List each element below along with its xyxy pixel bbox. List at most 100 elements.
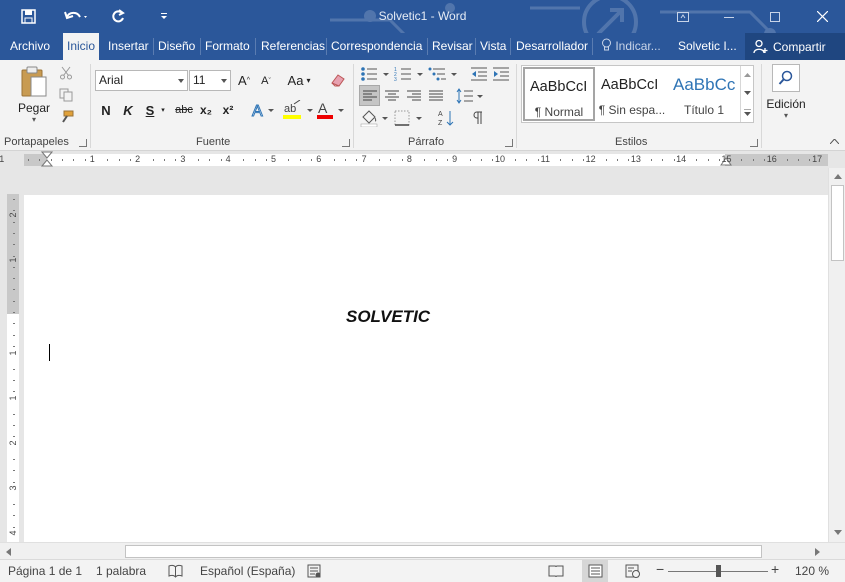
decrease-indent-button[interactable] <box>469 63 489 85</box>
customize-qat-button[interactable] <box>150 4 178 28</box>
vertical-scroll-thumb[interactable] <box>831 185 844 261</box>
align-right-button[interactable] <box>403 85 424 106</box>
strikethrough-button[interactable]: abc <box>173 101 195 119</box>
print-layout-icon <box>588 564 602 578</box>
tell-me-box[interactable]: Indicar... <box>597 33 665 60</box>
style-titulo-1[interactable]: AaBbCc Título 1 <box>668 67 740 121</box>
styles-scroll-down-button[interactable] <box>742 86 753 100</box>
page-count[interactable]: Página 1 de 1 <box>8 564 82 578</box>
superscript-button[interactable]: x² <box>219 101 237 119</box>
tab-referencias[interactable]: Referencias <box>257 33 329 60</box>
scroll-down-button[interactable] <box>830 525 845 540</box>
align-left-button[interactable] <box>359 85 380 106</box>
ruler-tick <box>107 159 109 161</box>
tab-revisar[interactable]: Revisar <box>428 33 477 60</box>
bullets-button[interactable] <box>359 63 391 85</box>
ruler-tick <box>265 159 267 161</box>
sort-button[interactable]: AZ <box>436 107 456 129</box>
horizontal-ruler[interactable]: 1 1 2 3 4 5 6 7 8 9 10 11 12 13 14 15 16 17 <box>0 151 845 168</box>
word-count[interactable]: 1 palabra <box>96 564 146 578</box>
styles-more-button[interactable] <box>742 104 753 120</box>
shading-button[interactable] <box>359 107 391 129</box>
svg-text:ab: ab <box>284 103 296 115</box>
style-sin-espaciado[interactable]: AaBbCcI ¶ Sin espa... <box>596 67 668 121</box>
ribbon-display-options-button[interactable] <box>660 0 706 33</box>
tab-diseno[interactable]: Diseño <box>154 33 199 60</box>
zoom-in-button[interactable]: + <box>771 561 779 577</box>
tab-correspondencia[interactable]: Correspondencia <box>327 33 426 60</box>
format-painter-button[interactable] <box>57 108 75 126</box>
numbering-button[interactable]: 123 <box>393 63 425 85</box>
justify-button[interactable] <box>425 85 446 106</box>
font-launcher-button[interactable] <box>342 139 350 147</box>
styles-launcher-button[interactable] <box>750 139 758 147</box>
text-effects-button[interactable]: A <box>250 100 276 120</box>
vertical-scrollbar[interactable] <box>828 168 845 542</box>
styles-scroll-up-button[interactable] <box>742 68 753 82</box>
document-title-text[interactable]: SOLVETIC <box>346 307 430 327</box>
multilevel-list-button[interactable] <box>427 63 459 85</box>
editing-button[interactable]: Edición ▾ <box>764 64 808 126</box>
minimize-button[interactable] <box>706 0 752 33</box>
clipboard-launcher-button[interactable] <box>79 139 87 147</box>
paragraph-launcher-button[interactable] <box>505 139 513 147</box>
clear-formatting-button[interactable] <box>328 70 348 90</box>
style-normal[interactable]: AaBbCcI ¶ Normal <box>523 67 595 121</box>
zoom-out-button[interactable]: − <box>656 561 664 577</box>
bold-button[interactable]: N <box>98 101 114 119</box>
tab-archivo[interactable]: Archivo <box>6 33 54 60</box>
horizontal-scrollbar[interactable] <box>0 542 845 559</box>
chevron-down-icon[interactable] <box>176 71 186 90</box>
italic-button[interactable]: K <box>120 101 136 119</box>
tab-formato[interactable]: Formato <box>201 33 254 60</box>
tab-desarrollador[interactable]: Desarrollador <box>512 33 592 60</box>
font-size-box[interactable]: 11 <box>189 70 231 91</box>
underline-dropdown-button[interactable]: ▾ <box>158 104 168 116</box>
chevron-down-icon[interactable] <box>219 71 229 90</box>
scroll-right-button[interactable] <box>810 544 825 559</box>
shrink-font-button[interactable]: Aˇ <box>258 72 274 90</box>
language-indicator[interactable]: Español (España) <box>200 564 295 578</box>
highlight-button[interactable]: ab <box>282 100 316 120</box>
document-page[interactable]: SOLVETIC <box>24 195 828 542</box>
change-case-button[interactable]: Aa ▾ <box>284 70 314 90</box>
save-button[interactable] <box>14 4 42 28</box>
proofing-button[interactable] <box>167 563 183 579</box>
align-center-button[interactable] <box>381 85 402 106</box>
copy-button[interactable] <box>57 86 75 104</box>
paste-button[interactable]: Pegar ▾ <box>14 64 54 124</box>
print-layout-button[interactable] <box>587 563 603 579</box>
show-formatting-button[interactable] <box>468 107 488 129</box>
scroll-up-button[interactable] <box>830 169 845 184</box>
macro-record-button[interactable] <box>306 563 322 579</box>
borders-button[interactable] <box>393 107 425 129</box>
vertical-ruler-tick <box>13 345 15 347</box>
zoom-slider-thumb[interactable] <box>716 565 721 577</box>
underline-button[interactable]: S <box>142 101 158 119</box>
font-color-button[interactable]: A <box>316 100 348 120</box>
scroll-left-button[interactable] <box>1 544 16 559</box>
account-name[interactable]: Solvetic I... <box>674 33 741 60</box>
close-button[interactable] <box>799 0 845 33</box>
tab-insertar[interactable]: Insertar <box>104 33 153 60</box>
share-button[interactable]: Compartir <box>745 33 845 60</box>
subscript-button[interactable]: x₂ <box>197 101 215 119</box>
horizontal-scroll-thumb[interactable] <box>125 545 762 558</box>
undo-button[interactable] <box>58 4 94 28</box>
cut-button[interactable] <box>57 64 75 82</box>
increase-indent-button[interactable] <box>491 63 511 85</box>
grow-font-button[interactable]: A ^ <box>236 71 252 89</box>
line-spacing-button[interactable] <box>455 85 485 106</box>
ruler-tick <box>752 159 754 161</box>
ruler-number: 3 <box>180 154 186 164</box>
font-name-box[interactable]: Arial <box>95 70 188 91</box>
vertical-ruler[interactable]: 21112345 <box>7 194 19 542</box>
maximize-button[interactable] <box>752 0 798 33</box>
read-mode-button[interactable] <box>548 563 564 579</box>
zoom-level[interactable]: 120 % <box>795 564 829 578</box>
tab-vista[interactable]: Vista <box>476 33 510 60</box>
collapse-ribbon-button[interactable] <box>827 135 841 147</box>
redo-button[interactable] <box>104 4 132 28</box>
web-layout-button[interactable] <box>625 563 641 579</box>
tab-inicio[interactable]: Inicio <box>63 33 100 60</box>
